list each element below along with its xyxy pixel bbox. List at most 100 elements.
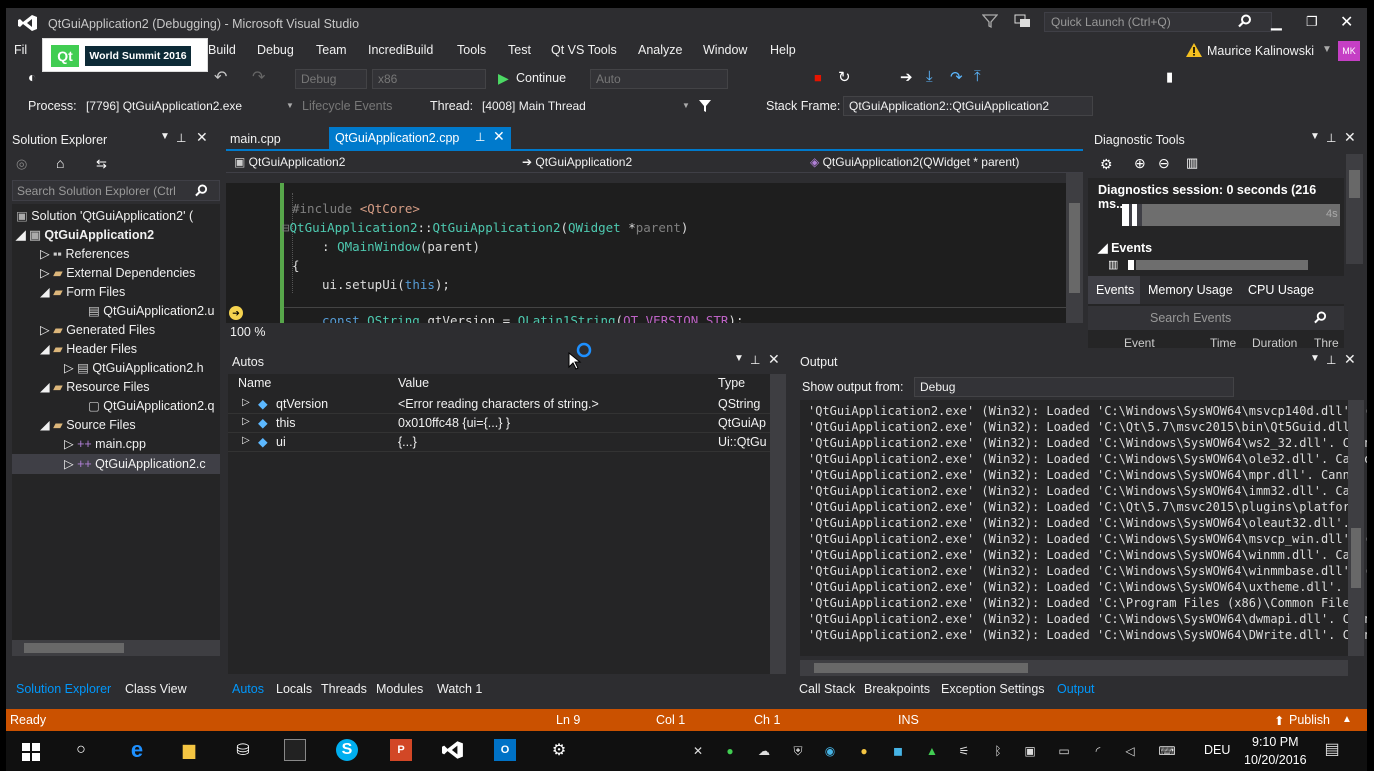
- output-source-combo[interactable]: Debug: [914, 377, 1234, 397]
- nav-member-combo[interactable]: ◈ QtGuiApplication2(QWidget * parent): [804, 152, 1080, 172]
- flag-filter-icon[interactable]: [698, 99, 712, 113]
- table-row[interactable]: ▷ ◆ this 0x010ffc48 {ui={...} } QtGuiAp: [228, 414, 770, 433]
- pin-icon[interactable]: ⊥: [1326, 353, 1336, 367]
- tree-item-main-cpp[interactable]: ▷ ++ main.cpp: [64, 436, 146, 451]
- tray-app-icon[interactable]: ✕: [690, 743, 706, 759]
- col-time[interactable]: Time: [1210, 336, 1236, 350]
- battery-icon[interactable]: ▭: [1056, 743, 1072, 759]
- search-events-box[interactable]: Search Events: [1088, 306, 1344, 330]
- tree-item-ui-file[interactable]: ▤ QtGuiApplication2.u: [88, 303, 214, 318]
- home-icon[interactable]: ⌂: [56, 155, 64, 171]
- menu-debug[interactable]: Debug: [257, 43, 294, 57]
- platform-combo[interactable]: x86: [372, 69, 486, 89]
- process-dropdown-icon[interactable]: ▼: [286, 101, 294, 110]
- avatar[interactable]: MK: [1338, 41, 1360, 61]
- skype-icon[interactable]: S: [336, 739, 358, 761]
- tab-threads[interactable]: Threads: [321, 682, 367, 696]
- search-icon[interactable]: [195, 184, 208, 197]
- code-editor[interactable]: #include <QtCore> ⊟QtGuiApplication2::Qt…: [226, 183, 1073, 328]
- events-track-label[interactable]: ◢ Events: [1098, 240, 1152, 255]
- tree-item-generated-files[interactable]: ▷ ▰ Generated Files: [40, 322, 155, 337]
- publish-expand-icon[interactable]: ▲: [1342, 714, 1352, 725]
- tray-shield-icon[interactable]: ⛨: [790, 743, 806, 759]
- user-dropdown-icon[interactable]: ▼: [1322, 44, 1332, 55]
- redo-icon[interactable]: ↷: [252, 67, 265, 87]
- menu-qt-vs-tools[interactable]: Qt VS Tools: [551, 43, 617, 57]
- outlook-icon[interactable]: O: [494, 739, 516, 761]
- thread-combo[interactable]: [4008] Main Thread: [476, 96, 688, 116]
- continue-button[interactable]: Continue: [516, 71, 566, 85]
- pane-menu-icon[interactable]: ▼: [734, 353, 744, 364]
- tab-active-file[interactable]: QtGuiApplication2.cpp ⊥ ✕: [329, 127, 511, 149]
- close-pane-icon[interactable]: ✕: [768, 351, 780, 368]
- config-combo[interactable]: Debug: [295, 69, 367, 89]
- tray-arrow-icon[interactable]: ▲: [924, 743, 940, 759]
- tray-display-icon[interactable]: ▣: [1022, 743, 1038, 759]
- clock-time[interactable]: 9:10 PM: [1252, 735, 1299, 749]
- console-icon[interactable]: [284, 739, 306, 761]
- menu-file[interactable]: Fil: [14, 43, 27, 57]
- publish-arrow-icon[interactable]: ⬆: [1274, 713, 1284, 728]
- windows-start-icon[interactable]: [22, 743, 40, 761]
- tree-item-project[interactable]: ◢ ▣ QtGuiApplication2: [16, 227, 154, 242]
- edge-browser-icon[interactable]: e: [126, 737, 148, 762]
- user-name[interactable]: Maurice Kalinowski: [1207, 44, 1314, 58]
- tab-output[interactable]: Output: [1057, 682, 1095, 696]
- tab-cpu-usage[interactable]: CPU Usage: [1248, 283, 1314, 297]
- menu-analyze[interactable]: Analyze: [638, 43, 682, 57]
- show-next-statement-icon[interactable]: ➔: [900, 68, 913, 86]
- nav-class-combo[interactable]: ➔ QtGuiApplication2: [516, 152, 802, 172]
- settings-gear-icon[interactable]: ⚙: [1100, 156, 1113, 173]
- col-event[interactable]: Event: [1124, 336, 1155, 350]
- table-row[interactable]: ▷ ◆ qtVersion <Error reading characters …: [228, 395, 770, 414]
- wifi-icon[interactable]: ◜: [1090, 743, 1106, 759]
- menu-test[interactable]: Test: [508, 43, 531, 57]
- expand-icon[interactable]: ▷: [242, 416, 250, 427]
- step-over-icon[interactable]: ↷: [950, 68, 963, 86]
- menu-team[interactable]: Team: [316, 43, 347, 57]
- settings-gear-icon[interactable]: ⚙: [548, 739, 570, 761]
- continue-play-icon[interactable]: ▶: [498, 70, 509, 87]
- volume-icon[interactable]: ◁: [1122, 743, 1138, 759]
- tray-status-icon[interactable]: ●: [722, 743, 738, 759]
- menu-window[interactable]: Window: [703, 43, 747, 57]
- pin-icon[interactable]: ⊥: [176, 131, 186, 145]
- tree-item-app-cpp[interactable]: ▷ ++ QtGuiApplication2.c: [64, 456, 206, 471]
- restart-icon[interactable]: ↻: [838, 68, 851, 86]
- close-tab-icon[interactable]: ✕: [493, 128, 505, 145]
- solution-search-box[interactable]: Search Solution Explorer (Ctrl: [12, 180, 220, 201]
- tab-locals[interactable]: Locals: [276, 682, 312, 696]
- col-name[interactable]: Name: [238, 376, 271, 390]
- bluetooth-icon[interactable]: ᛒ: [990, 743, 1006, 759]
- col-thread[interactable]: Thre: [1314, 336, 1339, 350]
- tree-item-solution[interactable]: ▣ Solution 'QtGuiApplication2' (: [16, 208, 193, 223]
- powerpoint-icon[interactable]: P: [390, 739, 412, 761]
- menu-build[interactable]: Build: [208, 43, 236, 57]
- tab-watch-1[interactable]: Watch 1: [437, 682, 482, 696]
- tab-modules[interactable]: Modules: [376, 682, 423, 696]
- table-row[interactable]: ▷ ◆ ui {...} Ui::QtGu: [228, 433, 770, 452]
- minimize-button[interactable]: ▁: [1271, 14, 1282, 31]
- pin-icon[interactable]: ⊥: [1326, 131, 1336, 145]
- output-horizontal-scrollbar[interactable]: [800, 660, 1348, 676]
- close-pane-icon[interactable]: ✕: [196, 129, 208, 146]
- tray-outlook-icon[interactable]: ◼: [890, 743, 906, 759]
- action-center-icon[interactable]: ▤: [1324, 741, 1340, 758]
- tray-globe-icon[interactable]: ◉: [822, 743, 838, 759]
- sync-icon[interactable]: ⇆: [96, 156, 107, 172]
- keyboard-icon[interactable]: ⌨: [1156, 743, 1178, 759]
- zoom-in-icon[interactable]: ⊕: [1134, 155, 1146, 172]
- close-pane-icon[interactable]: ✕: [1344, 129, 1356, 146]
- zoom-out-icon[interactable]: ⊖: [1158, 155, 1170, 172]
- pane-menu-icon[interactable]: ▼: [1310, 353, 1320, 364]
- col-duration[interactable]: Duration: [1252, 336, 1297, 350]
- solution-horizontal-scrollbar[interactable]: [12, 640, 220, 656]
- editor-vertical-scrollbar[interactable]: [1066, 173, 1083, 323]
- tab-exception-settings[interactable]: Exception Settings: [941, 682, 1045, 696]
- chart-icon[interactable]: ▥: [1186, 155, 1198, 171]
- filter-icon[interactable]: [982, 13, 998, 29]
- feedback-icon[interactable]: [1014, 13, 1032, 29]
- tree-item-references[interactable]: ▷ ▪▪ References: [40, 246, 129, 261]
- language-indicator[interactable]: DEU: [1204, 743, 1230, 757]
- search-icon[interactable]: [1238, 14, 1252, 28]
